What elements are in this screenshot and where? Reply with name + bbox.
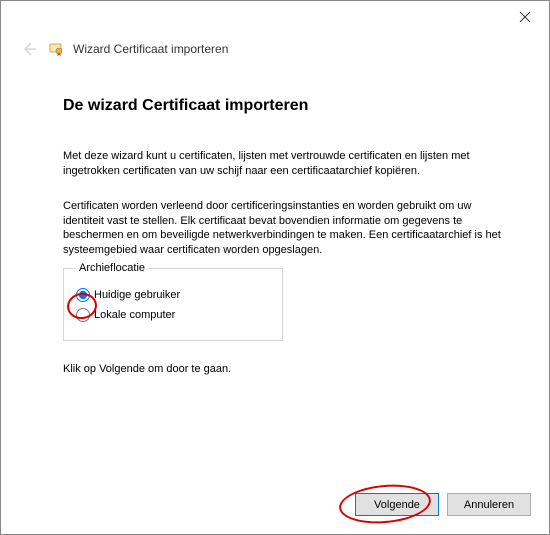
wizard-title: Wizard Certificaat importeren xyxy=(73,42,228,56)
close-icon xyxy=(519,11,531,23)
store-location-fieldset: Archieflocatie Huidige gebruiker Lokale … xyxy=(63,262,283,341)
radio-current-user[interactable] xyxy=(76,288,90,302)
next-button[interactable]: Volgende xyxy=(355,493,439,516)
fieldset-legend: Archieflocatie xyxy=(76,262,148,274)
wizard-info: Certificaten worden verleend door certif… xyxy=(63,199,501,258)
wizard-description: Met deze wizard kunt u certificaten, lij… xyxy=(63,149,501,179)
cancel-button[interactable]: Annuleren xyxy=(447,493,531,516)
radio-current-user-label: Huidige gebruiker xyxy=(94,289,180,301)
wizard-content: De wizard Certificaat importeren Met dez… xyxy=(1,69,549,375)
radio-row-current-user[interactable]: Huidige gebruiker xyxy=(76,288,270,302)
back-button xyxy=(17,37,41,61)
radio-local-computer[interactable] xyxy=(76,308,90,322)
back-arrow-icon xyxy=(20,40,38,58)
titlebar xyxy=(1,1,549,33)
certificate-icon xyxy=(49,41,65,57)
button-bar: Volgende Annuleren xyxy=(355,493,531,516)
wizard-header: Wizard Certificaat importeren xyxy=(1,33,549,69)
wizard-window: Wizard Certificaat importeren De wizard … xyxy=(0,0,550,535)
page-heading: De wizard Certificaat importeren xyxy=(63,97,501,115)
close-button[interactable] xyxy=(505,3,545,31)
radio-local-computer-label: Lokale computer xyxy=(94,309,175,321)
continue-hint: Klik op Volgende om door te gaan. xyxy=(63,363,501,375)
radio-row-local-computer[interactable]: Lokale computer xyxy=(76,308,270,322)
